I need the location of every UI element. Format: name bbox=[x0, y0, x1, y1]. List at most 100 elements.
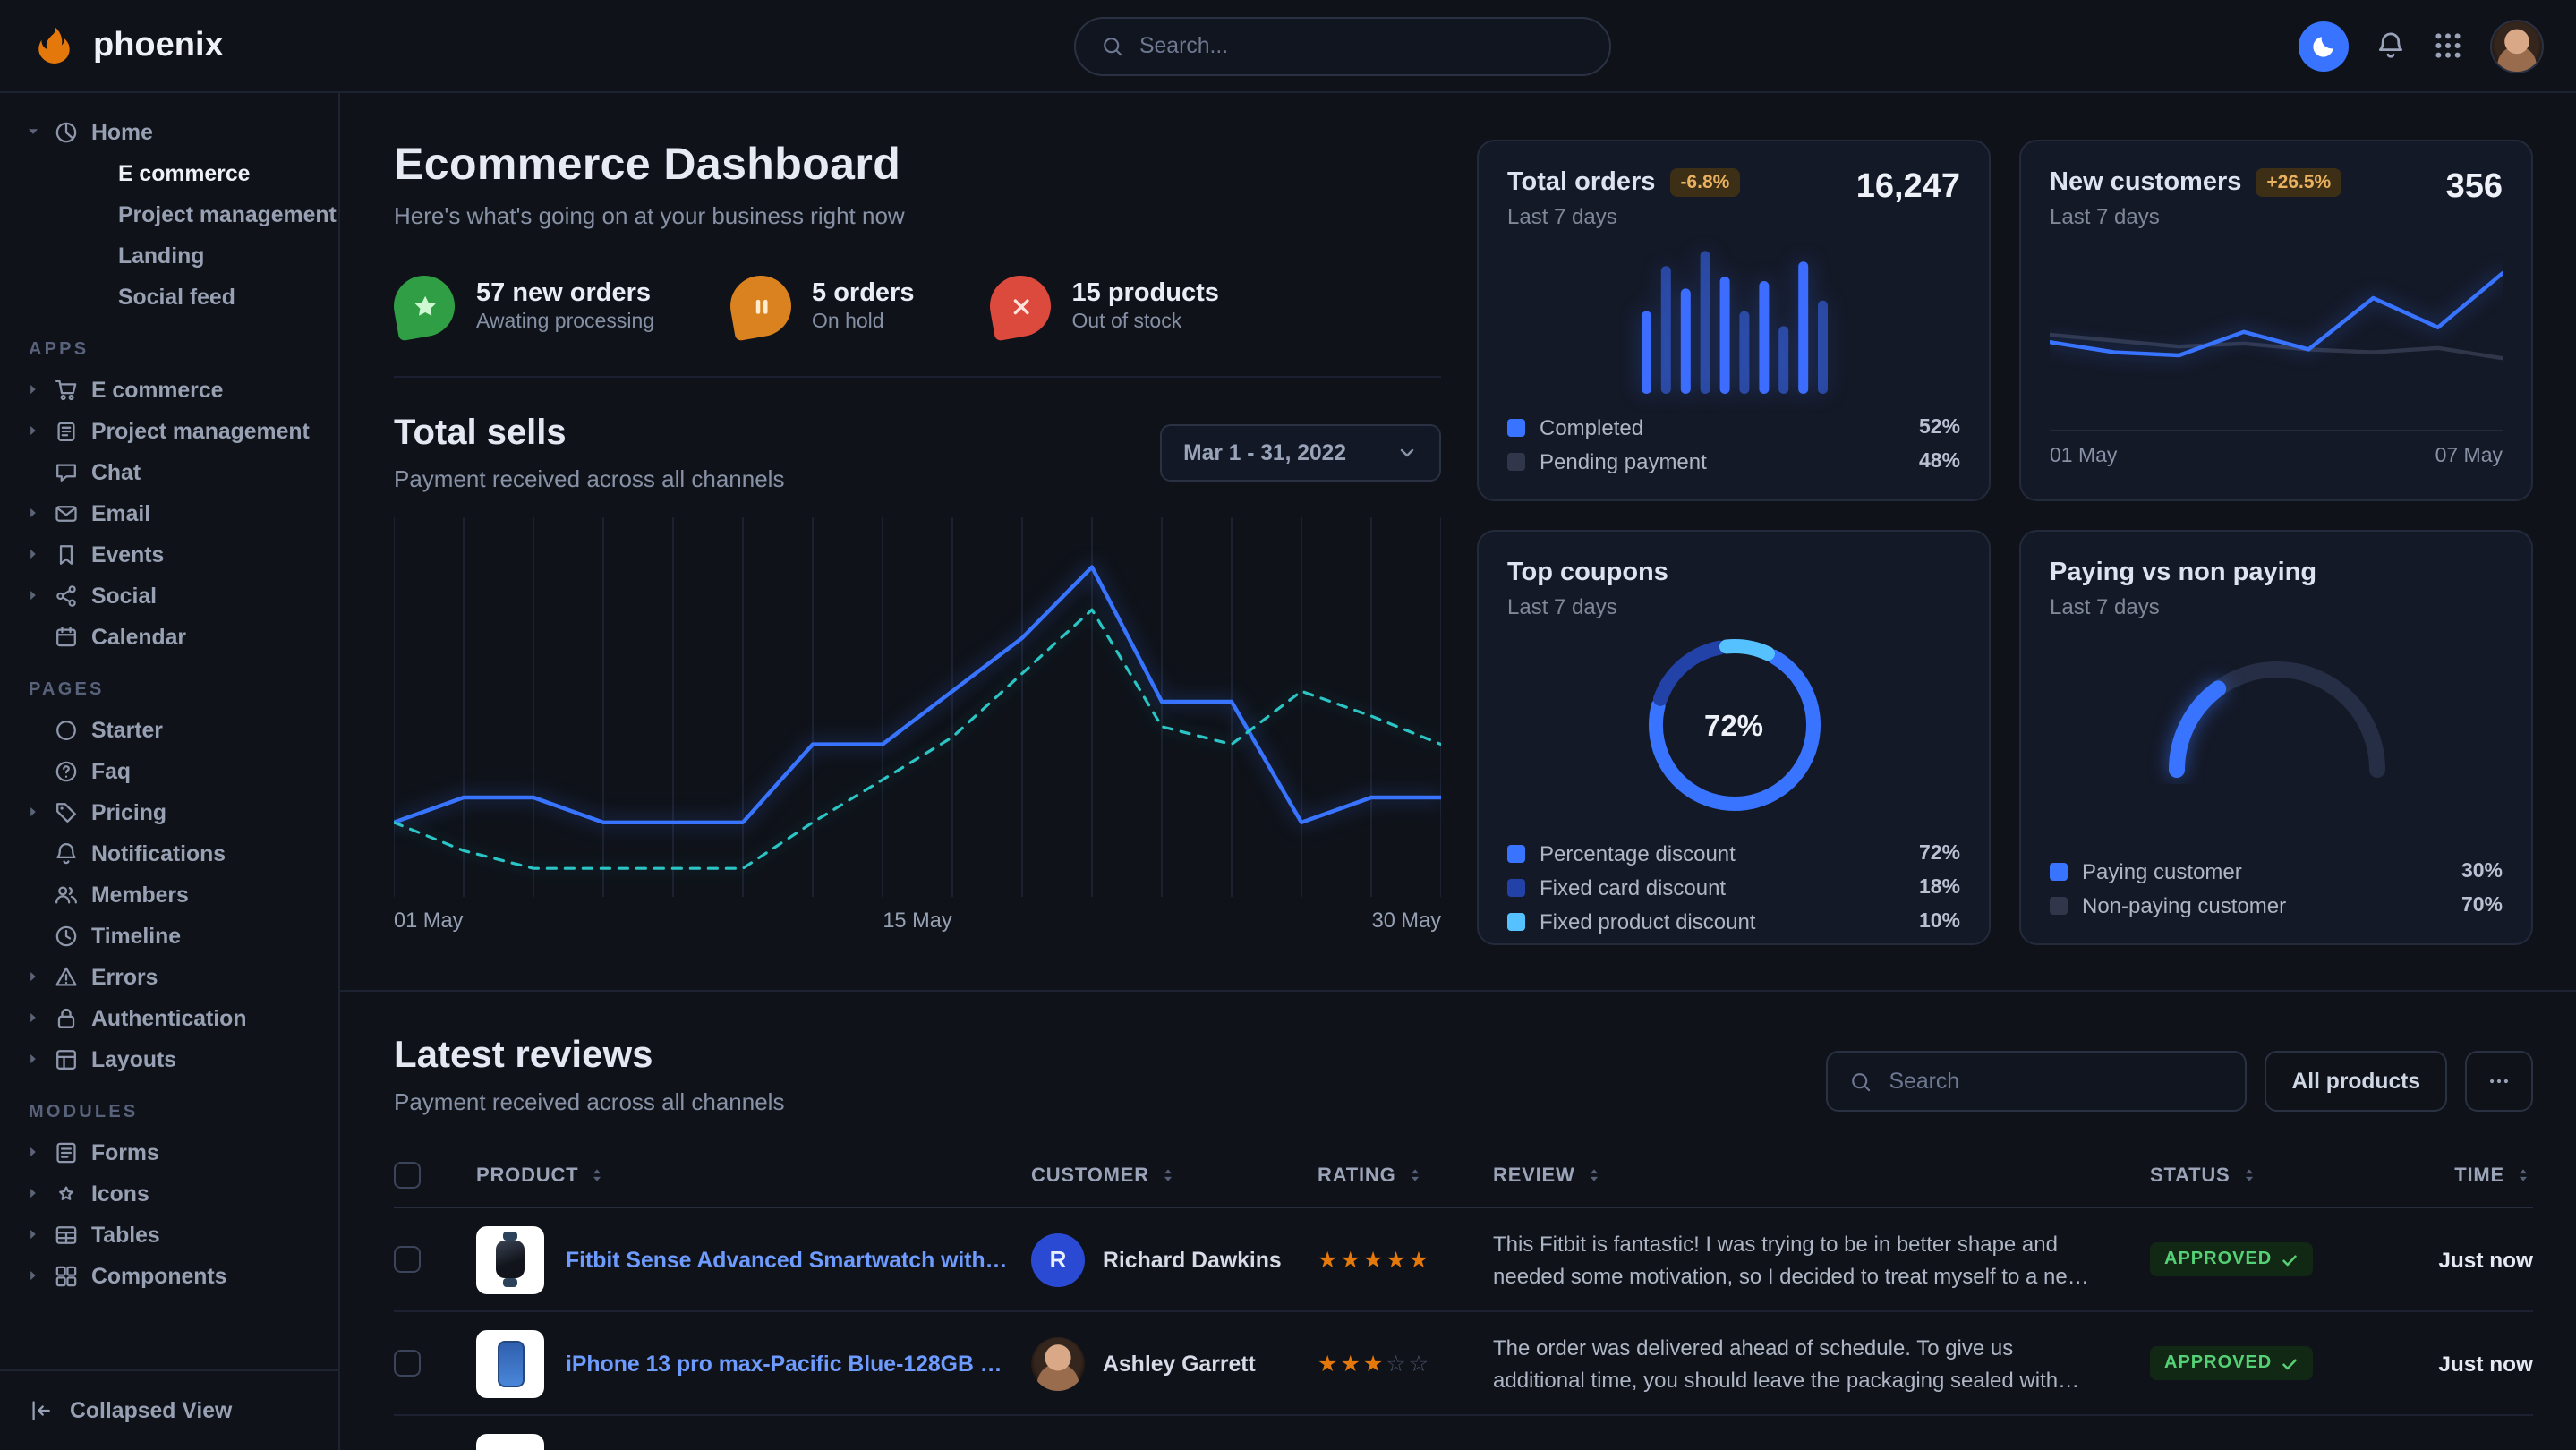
star-blob-icon bbox=[389, 271, 460, 342]
column-header-customer[interactable]: CUSTOMER bbox=[1031, 1164, 1296, 1186]
column-header-review[interactable]: REVIEW bbox=[1493, 1164, 2128, 1186]
sidebar-item-components[interactable]: Components bbox=[0, 1255, 338, 1296]
sidebar-item-calendar[interactable]: Calendar bbox=[0, 616, 338, 657]
sidebar-item-label: Forms bbox=[91, 1139, 159, 1164]
sidebar-item-forms[interactable]: Forms bbox=[0, 1131, 338, 1173]
x-axis-labels: 01 May 15 May 30 May bbox=[394, 908, 1441, 933]
sidebar-item-events[interactable]: Events bbox=[0, 533, 338, 575]
caret-placeholder bbox=[25, 721, 41, 738]
sidebar-item-tables[interactable]: Tables bbox=[0, 1214, 338, 1255]
sidebar-item-chat[interactable]: Chat bbox=[0, 451, 338, 492]
sidebar-section-title-apps: APPS bbox=[0, 317, 338, 369]
calendar-icon bbox=[54, 624, 79, 649]
apps-grid-icon[interactable] bbox=[2433, 30, 2463, 61]
moon-icon bbox=[2310, 32, 2337, 59]
chart-pie-icon bbox=[54, 119, 79, 144]
column-header-rating[interactable]: RATING bbox=[1318, 1164, 1471, 1186]
sort-icon[interactable] bbox=[2513, 1165, 2533, 1185]
sidebar-item-project-management[interactable]: Project management bbox=[0, 410, 338, 451]
brand-name: phoenix bbox=[93, 26, 224, 65]
user-avatar[interactable] bbox=[2490, 19, 2544, 72]
icons-icon bbox=[54, 1181, 79, 1206]
card-value: 356 bbox=[2446, 168, 2503, 208]
legend-swatch bbox=[1507, 878, 1525, 896]
select-all-checkbox[interactable] bbox=[394, 1162, 421, 1189]
legend-label: Non-paying customer bbox=[2082, 892, 2286, 917]
warning-icon bbox=[54, 964, 79, 989]
more-options-button[interactable] bbox=[2465, 1051, 2533, 1112]
date-range-value: Mar 1 - 31, 2022 bbox=[1183, 440, 1346, 465]
legend-item: Pending payment48% bbox=[1507, 444, 1960, 478]
sort-icon[interactable] bbox=[1158, 1165, 1178, 1185]
legend-label: Paying customer bbox=[2082, 858, 2242, 883]
customer-name: Ashley Garrett bbox=[1103, 1351, 1256, 1376]
reviews-search[interactable] bbox=[1827, 1051, 2248, 1112]
sidebar-item-home[interactable]: Home bbox=[0, 111, 338, 152]
customer-cell[interactable]: RRichard Dawkins bbox=[1031, 1232, 1296, 1286]
star-icon: ★ bbox=[1363, 1248, 1386, 1273]
column-header-product[interactable]: PRODUCT bbox=[476, 1164, 1010, 1186]
sort-icon[interactable] bbox=[1405, 1165, 1425, 1185]
search-input[interactable] bbox=[1139, 33, 1583, 58]
legend-item: Fixed card discount18% bbox=[1507, 870, 1960, 904]
reviews-search-input[interactable] bbox=[1889, 1069, 2224, 1094]
sidebar-item-label: Events bbox=[91, 542, 164, 567]
sort-icon[interactable] bbox=[2239, 1165, 2259, 1185]
x-blob-icon bbox=[985, 271, 1055, 342]
sidebar-item-notifications[interactable]: Notifications bbox=[0, 832, 338, 874]
new-customers-chart bbox=[2050, 247, 2503, 419]
status-cell: APPROVED bbox=[2150, 1242, 2361, 1276]
sidebar-item-social[interactable]: Social bbox=[0, 575, 338, 616]
sidebar-item-timeline[interactable]: Timeline bbox=[0, 915, 338, 956]
column-header-time[interactable]: TIME bbox=[2383, 1164, 2533, 1186]
share-icon bbox=[54, 583, 79, 608]
sidebar-item-authentication[interactable]: Authentication bbox=[0, 997, 338, 1038]
sidebar-item-landing[interactable]: Landing bbox=[0, 235, 338, 276]
date-range-select[interactable]: Mar 1 - 31, 2022 bbox=[1160, 424, 1441, 482]
sidebar-item-label: Errors bbox=[91, 964, 158, 989]
bell-icon bbox=[54, 840, 79, 866]
sidebar-item-errors[interactable]: Errors bbox=[0, 956, 338, 997]
clock-icon bbox=[54, 923, 79, 948]
sidebar-item-layouts[interactable]: Layouts bbox=[0, 1038, 338, 1079]
theme-toggle-button[interactable] bbox=[2299, 21, 2349, 71]
star-icon: ☆ bbox=[1409, 1352, 1431, 1377]
legend-swatch bbox=[2050, 896, 2068, 914]
collapsed-view-label: Collapsed View bbox=[70, 1398, 232, 1423]
sidebar-item-e-commerce[interactable]: E commerce bbox=[0, 369, 338, 410]
sidebar-item-project-management[interactable]: Project management bbox=[0, 193, 338, 235]
topbar-search[interactable] bbox=[1073, 16, 1610, 75]
legend-swatch bbox=[1507, 452, 1525, 470]
sidebar-item-email[interactable]: Email bbox=[0, 492, 338, 533]
row-checkbox[interactable] bbox=[394, 1246, 421, 1273]
stat-awating-processing: 57 new ordersAwating processing bbox=[394, 276, 654, 337]
customer-cell[interactable]: Ashley Garrett bbox=[1031, 1336, 1296, 1390]
sidebar-item-label: Home bbox=[91, 119, 153, 144]
collapsed-view-button[interactable]: Collapsed View bbox=[0, 1369, 338, 1450]
card-period: Last 7 days bbox=[1507, 594, 1668, 619]
search-icon bbox=[1100, 34, 1123, 57]
legend-item: Paying customer30% bbox=[2050, 854, 2503, 888]
product-link[interactable]: Fitbit Sense Advanced Smartwatch with To… bbox=[566, 1247, 1010, 1272]
coupons-legend: Percentage discount72%Fixed card discoun… bbox=[1507, 836, 1960, 938]
sort-icon[interactable] bbox=[1584, 1165, 1604, 1185]
sidebar-item-members[interactable]: Members bbox=[0, 874, 338, 915]
sidebar-item-starter[interactable]: Starter bbox=[0, 709, 338, 750]
form-icon bbox=[54, 1139, 79, 1164]
column-header-status[interactable]: STATUS bbox=[2150, 1164, 2361, 1186]
sidebar-item-faq[interactable]: Faq bbox=[0, 750, 338, 791]
product-link[interactable]: iPhone 13 pro max-Pacific Blue-128GB sto… bbox=[566, 1351, 1010, 1376]
star-icon: ★ bbox=[1409, 1248, 1431, 1273]
sidebar-item-e-commerce[interactable]: E commerce bbox=[0, 152, 338, 193]
sidebar-item-pricing[interactable]: Pricing bbox=[0, 791, 338, 832]
sort-icon[interactable] bbox=[587, 1165, 607, 1185]
circle-icon bbox=[54, 717, 79, 742]
sidebar-item-icons[interactable]: Icons bbox=[0, 1173, 338, 1214]
row-checkbox[interactable] bbox=[394, 1350, 421, 1377]
caret-placeholder bbox=[25, 628, 41, 644]
bell-icon[interactable] bbox=[2376, 30, 2406, 61]
card-title: Paying vs non paying bbox=[2050, 559, 2316, 587]
brand[interactable]: phoenix bbox=[32, 23, 224, 68]
sidebar-item-social-feed[interactable]: Social feed bbox=[0, 276, 338, 317]
all-products-button[interactable]: All products bbox=[2265, 1051, 2447, 1112]
